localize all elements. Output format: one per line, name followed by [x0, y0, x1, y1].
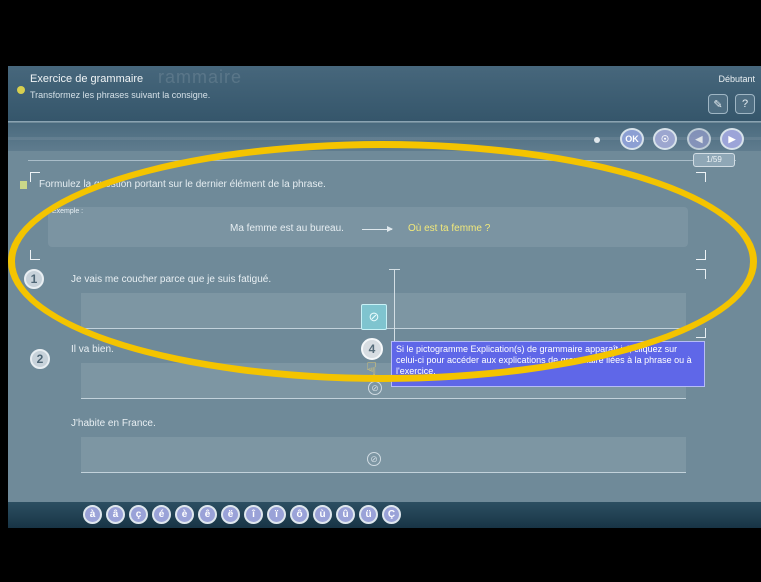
validate-button[interactable]: OK — [620, 128, 644, 150]
title-watermark: rammaire — [158, 67, 243, 87]
question-text: Je vais me coucher parce que je suis fat… — [71, 274, 272, 285]
question-text: Il va bien. — [71, 344, 114, 355]
exercise-window: rammaire Exercice de grammaire Transform… — [8, 66, 761, 528]
help-button[interactable]: ? — [735, 94, 755, 114]
frame-corner — [696, 172, 706, 182]
grammar-explanation-icon[interactable]: ⊘ — [367, 452, 381, 466]
frame-corner — [696, 250, 706, 260]
lightbulb-icon: ☉ — [660, 133, 670, 144]
char-button[interactable]: ù — [313, 505, 332, 524]
char-button[interactable]: ë — [221, 505, 240, 524]
example-target: Où est ta femme ? — [408, 223, 491, 234]
char-button[interactable]: à — [83, 505, 102, 524]
grammar-explanation-icon[interactable]: ⊘ — [361, 304, 387, 330]
grammar-explanation-icon[interactable]: ⊘ — [368, 381, 382, 395]
example-panel — [48, 207, 688, 247]
frame-corner — [696, 269, 706, 279]
char-button[interactable]: ü — [359, 505, 378, 524]
char-button[interactable]: û — [336, 505, 355, 524]
char-button[interactable]: é — [152, 505, 171, 524]
instruction-marker — [20, 181, 27, 189]
char-button[interactable]: î — [244, 505, 263, 524]
help-callout: Si le pictogramme Explication(s) de gram… — [391, 341, 705, 387]
hint-button[interactable]: ☉ — [653, 128, 677, 150]
question-icon: ? — [741, 98, 749, 110]
arrow-right-icon: ▶ — [728, 133, 736, 144]
progress-dot — [594, 137, 600, 143]
char-button[interactable]: ï — [267, 505, 286, 524]
frame-corner — [30, 250, 40, 260]
char-button[interactable]: Ç — [382, 505, 401, 524]
example-source: Ma femme est au bureau. — [230, 223, 344, 234]
char-button[interactable]: ô — [290, 505, 309, 524]
frame-corner — [696, 328, 706, 338]
instruction-text: Formulez la question portant sur le dern… — [39, 179, 326, 190]
answer-field[interactable] — [81, 437, 686, 473]
pointer-hand-icon: ☟ — [366, 359, 377, 379]
question-counter: 1/59 — [693, 153, 735, 167]
page-title: Exercice de grammaire — [30, 73, 144, 85]
question-number: 2 — [30, 349, 50, 369]
progress-line — [28, 160, 736, 161]
ok-label: OK — [625, 134, 639, 144]
next-button[interactable]: ▶ — [720, 128, 744, 150]
char-button[interactable]: ç — [129, 505, 148, 524]
callout-number: 4 — [361, 338, 383, 360]
question-number: 1 — [24, 269, 44, 289]
tool-button[interactable]: ✎ — [708, 94, 728, 114]
question-text: J'habite en France. — [71, 418, 156, 429]
previous-button[interactable]: ◀ — [687, 128, 711, 150]
page-subtitle: Transformez les phrases suivant la consi… — [30, 90, 211, 100]
tool-icon: ✎ — [713, 98, 723, 111]
example-label: Exemple : — [52, 208, 84, 215]
char-button[interactable]: â — [106, 505, 125, 524]
arrow-right-icon — [362, 226, 393, 232]
level-label: Débutant — [718, 74, 755, 84]
arrow-left-icon: ◀ — [695, 133, 703, 144]
char-button[interactable]: è — [175, 505, 194, 524]
char-button[interactable]: ê — [198, 505, 217, 524]
header-bullet — [17, 86, 25, 94]
band-stripe — [8, 137, 761, 140]
